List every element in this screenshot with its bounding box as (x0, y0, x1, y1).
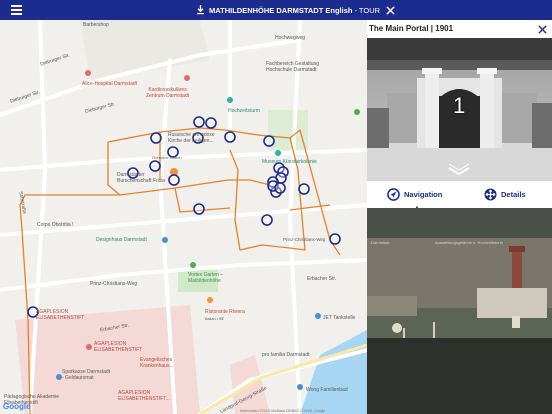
tour-stop-marker[interactable] (261, 214, 273, 226)
tour-stop-marker[interactable] (168, 174, 180, 186)
map-label-erbacher-2: Erbacher Str. (307, 276, 337, 282)
map-label-jet: JET Tankstelle (323, 315, 356, 321)
map-label-pro-familia: pro familia Darmstadt (262, 352, 310, 358)
tour-stop-marker[interactable] (298, 183, 310, 195)
map-label-burschenschaft: Darmstädter Burschenschaft Frisia (117, 172, 166, 184)
map-label-vortex: Vortex Garten – Mathildenhöhe (188, 272, 224, 284)
tour-stop-marker[interactable] (263, 135, 275, 147)
hamburger-menu-icon[interactable] (11, 5, 22, 15)
close-icon[interactable] (538, 25, 547, 34)
download-icon[interactable] (196, 5, 205, 15)
map-canvas (0, 20, 367, 414)
tour-stop-marker[interactable] (149, 160, 161, 172)
top-bar: MATHILDENHÖHE DARMSTADT English - TOUR (0, 0, 552, 20)
tour-stop-marker[interactable] (329, 233, 341, 245)
details-button[interactable]: Details (484, 186, 526, 202)
map-view[interactable]: Barbershop Dieburger Str. Dieburger Str.… (0, 20, 367, 414)
map-label-riviera-sub: Italian • €€ (205, 316, 224, 321)
tour-stop-marker[interactable] (224, 131, 236, 143)
postcard-caption-small: Darmstadt (371, 240, 390, 245)
tour-suffix: - TOUR (354, 5, 381, 15)
tour-stop-marker[interactable] (205, 117, 217, 129)
google-logo: Google (3, 402, 31, 411)
postcard-caption-main: Ausstellungsgelände u. Hochzeitsturm (435, 240, 504, 245)
map-label-riviera: Ristorante Riviera (205, 309, 245, 315)
panel-title: The Main Portal | 1901 (369, 24, 454, 33)
map-attribution: Kartendaten ©2019 GeoBasis-DE/BKG (©2009… (240, 409, 326, 413)
details-icon (484, 187, 497, 201)
tour-title: MATHILDENHÖHE DARMSTADT English (209, 5, 353, 15)
details-label: Details (501, 189, 526, 199)
map-label-agaplesion-2: AGAPLESION ELISABETHENSTIFT (94, 341, 143, 353)
action-row: Navigation ▲ Details (367, 181, 552, 209)
photo-number: 1 (453, 93, 466, 118)
map-label-prinz-2: Prinz-Christians-Weg (90, 281, 138, 287)
map-label-evangelisches: Evangelisches Krankenhaus... (140, 357, 174, 369)
compass-icon (387, 187, 400, 201)
map-label-designhaus: Designhaus Darmstadt (96, 237, 147, 243)
map-label-russische: Russische orthodoxe Kirche der heiligen.… (168, 132, 215, 144)
map-label-hochzeitsturm: Hochzeitsturm (228, 108, 260, 114)
map-label-alice-hospital: Alice-Hospital Darmstadt (82, 81, 138, 87)
map-label-prinz: Prinz-Christians-Weg (283, 237, 326, 242)
tour-title-bar: MATHILDENHÖHE DARMSTADT English - TOUR (196, 0, 395, 20)
map-label-kardio: Kardiovaskuläres Zentrum Darmstadt (146, 87, 190, 99)
tour-stop-marker[interactable] (193, 116, 205, 128)
historic-photo-portal[interactable]: 1 (367, 38, 552, 181)
tour-stop-marker[interactable] (274, 182, 286, 194)
navigation-label: Navigation (404, 189, 443, 199)
map-label-barbershop: Barbershop (83, 22, 109, 28)
map-label-hoehenweg: Hochwegweg (275, 35, 306, 41)
tour-stop-marker[interactable] (193, 203, 205, 215)
map-label-fachbereich: Fachbereich Gestaltung Hochschule Darmst… (266, 61, 320, 73)
map-label-kuenstlerkolonie: Museum Künstlerkolonie (262, 159, 317, 165)
map-label-agaplesion-1: AGAPLESION ELISABETHENSTIFT (36, 309, 85, 321)
tour-stop-marker[interactable] (150, 132, 162, 144)
historic-postcard[interactable]: Darmstadt Ausstellungsgelände u. Hochzei… (367, 208, 552, 414)
map-label-sparkasse: Sparkasse Darmstadt - Geldautomat (62, 369, 111, 381)
map-label-corps: Corps Obotritia ! (37, 222, 74, 228)
navigation-button[interactable]: Navigation (387, 186, 442, 202)
close-icon[interactable] (386, 5, 395, 15)
map-label-wong: Wong Familienbad (306, 387, 348, 393)
postcard-photo (367, 208, 552, 414)
map-label-agaplesion-3: AGAPLESION ELISABETHENSTIFT... (118, 390, 170, 402)
map-label-orthodox: Orthodox church (152, 155, 182, 160)
detail-panel: The Main Portal | 1901 1 Navigation ▲ De… (367, 20, 552, 414)
